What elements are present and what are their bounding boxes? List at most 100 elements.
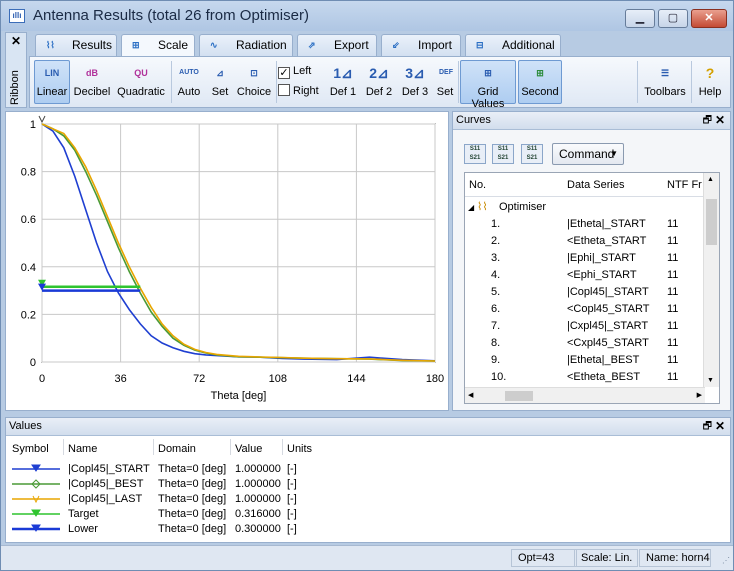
second-grid-button[interactable]: ⊞ Second <box>518 60 562 104</box>
col-ntf[interactable]: NTF Fr <box>667 179 702 191</box>
curve-tool-2[interactable]: S11 S21 <box>492 144 514 164</box>
col-units[interactable]: Units <box>287 443 312 455</box>
close-button[interactable]: ✕ <box>691 9 727 28</box>
set-button[interactable]: ⊿ Set <box>206 60 234 104</box>
curve-list-item[interactable]: 7. |Cxpl45|_START 11 <box>465 318 703 335</box>
result-chart[interactable]: 0 36 72 108 144 180 0 0.2 0.4 0.6 0.8 1 Theta [deg] <box>6 112 450 412</box>
curve-list-vscroll[interactable]: ▲ ▼ <box>703 173 719 387</box>
col-symbol[interactable]: Symbol <box>12 443 49 455</box>
legend-symbol <box>12 509 60 517</box>
maximize-button[interactable]: ▢ <box>658 9 688 28</box>
scroll-left-icon[interactable]: ◀ <box>468 391 473 399</box>
curve-list-hscroll[interactable]: ◀ ▶ <box>465 387 705 403</box>
command-dropdown[interactable]: Command ▼ <box>552 143 624 165</box>
collapse-icon[interactable]: ◢ <box>468 199 474 216</box>
left-axis-checkbox[interactable]: ✓ Left <box>278 65 311 79</box>
curve-list-item[interactable]: 4. <Ephi_START 11 <box>465 267 703 284</box>
curve-list-item[interactable]: 3. |Ephi|_START 11 <box>465 250 703 267</box>
def3-button[interactable]: 3⊿ Def 3 <box>398 60 432 104</box>
close-values-icon[interactable]: ✕ <box>715 418 725 435</box>
minimize-button[interactable]: ▁ <box>625 9 655 28</box>
legend-symbol <box>12 524 60 532</box>
curve-tool-3[interactable]: S11 S21 <box>521 144 543 164</box>
radiation-icon: ∿ <box>210 40 218 50</box>
toolbar-separator <box>691 61 692 103</box>
value-value: 1.000000 <box>235 478 281 490</box>
quadratic-button[interactable]: QU Quadratic <box>115 60 167 104</box>
tab-additional[interactable]: ⊟ Additional <box>465 34 561 56</box>
value-name: |Copl45|_START <box>68 463 150 475</box>
curve-list-item[interactable]: 2. <Etheta_START 11 <box>465 233 703 250</box>
value-row[interactable]: Target Theta=0 [deg] 0.316000 [-] <box>6 507 730 522</box>
decibel-button[interactable]: dB Decibel <box>72 60 112 104</box>
values-panel: Values 🗗 ✕ Symbol Name Domain Value Unit… <box>5 417 731 543</box>
toolbars-button[interactable]: ☰ Toolbars <box>641 60 689 104</box>
additional-icon: ⊟ <box>476 40 484 50</box>
vscroll-thumb[interactable] <box>706 199 717 245</box>
scroll-down-icon[interactable]: ▼ <box>707 377 714 384</box>
value-row[interactable]: |Copl45|_BEST Theta=0 [deg] 1.000000 [-] <box>6 477 730 492</box>
tab-radiation[interactable]: ∿ Radiation <box>199 34 293 56</box>
undock-icon[interactable]: 🗗 <box>703 112 712 129</box>
value-row[interactable]: |Copl45|_LAST Theta=0 [deg] 1.000000 [-] <box>6 492 730 507</box>
help-icon: ? <box>705 65 715 81</box>
curve-group-optimiser[interactable]: ◢ ⌇⌇ Optimiser <box>465 199 703 216</box>
value-domain: Theta=0 [deg] <box>158 478 227 490</box>
resize-grip-icon[interactable]: ⋰ <box>722 556 730 565</box>
col-domain[interactable]: Domain <box>158 443 196 455</box>
x-axis-label: Theta [deg] <box>211 390 267 402</box>
tab-results[interactable]: ⌇⌇ Results <box>35 34 117 56</box>
toolbar-separator <box>276 61 277 103</box>
export-icon: ⇗ <box>308 40 316 50</box>
col-no[interactable]: No. <box>469 179 486 191</box>
value-units: [-] <box>287 493 297 505</box>
right-axis-checkbox[interactable]: Right <box>278 84 319 97</box>
col-data-series[interactable]: Data Series <box>567 179 624 191</box>
scroll-right-icon[interactable]: ▶ <box>697 391 702 399</box>
curve-no: 4. <box>491 269 501 281</box>
decibel-icon: dB <box>86 68 98 78</box>
def2-button[interactable]: 2⊿ Def 2 <box>362 60 396 104</box>
curve-list-item[interactable]: 10. <Etheta_BEST 11 <box>465 369 703 386</box>
value-row[interactable]: |Copl45|_START Theta=0 [deg] 1.000000 [-] <box>6 462 730 477</box>
curve-series: |Ephi|_START <box>567 252 636 264</box>
def1-button[interactable]: 1⊿ Def 1 <box>326 60 360 104</box>
tab-export[interactable]: ⇗ Export <box>297 34 377 56</box>
curve-ntf: 11 <box>667 303 679 315</box>
curve-ntf: 11 <box>667 269 679 281</box>
auto-icon: AUTO <box>179 69 199 76</box>
value-value: 1.000000 <box>235 493 281 505</box>
ribbon-close-icon[interactable]: ✕ <box>11 34 21 48</box>
grid-values-button[interactable]: ⊞ Grid Values <box>460 60 516 110</box>
close-curves-icon[interactable]: ✕ <box>715 112 725 129</box>
curve-ntf: 11 <box>667 286 679 298</box>
scroll-up-icon[interactable]: ▲ <box>707 176 714 183</box>
left-checkbox-box: ✓ <box>278 67 290 79</box>
help-button[interactable]: ? Help <box>694 60 726 104</box>
second-grid-icon: ⊞ <box>536 68 544 78</box>
curve-tool-1[interactable]: S11 S21 <box>464 144 486 164</box>
col-value[interactable]: Value <box>235 443 262 455</box>
undock-values-icon[interactable]: 🗗 <box>703 418 712 435</box>
curve-series: <Etheta_BEST <box>567 371 641 383</box>
choice-button[interactable]: ⊡ Choice <box>235 60 273 104</box>
y-tick-label: 0.8 <box>21 167 36 179</box>
curve-list-item[interactable]: 8. <Cxpl45_START 11 <box>465 335 703 352</box>
curve-list-item[interactable]: 9. |Etheta|_BEST 11 <box>465 352 703 369</box>
linear-button[interactable]: LIN Linear <box>34 60 70 104</box>
tab-import[interactable]: ⇙ Import <box>381 34 461 56</box>
hscroll-thumb[interactable] <box>505 391 533 401</box>
auto-button[interactable]: AUTO Auto <box>174 60 204 104</box>
quadratic-icon: QU <box>134 68 148 78</box>
curve-list-item[interactable]: 5. |Copl45|_START 11 <box>465 284 703 301</box>
plot-panel[interactable]: 0 36 72 108 144 180 0 0.2 0.4 0.6 0.8 1 Theta [deg] <box>5 111 449 411</box>
curve-list[interactable]: No. Data Series NTF Fr ◢ ⌇⌇ Optimiser 1.… <box>464 172 720 404</box>
curve-list-item[interactable]: 6. <Copl45_START 11 <box>465 301 703 318</box>
choice-icon: ⊡ <box>250 68 258 78</box>
value-row[interactable]: Lower Theta=0 [deg] 0.300000 [-] <box>6 522 730 537</box>
toolbars-icon: ☰ <box>660 68 670 78</box>
curve-list-item[interactable]: 1. |Etheta|_START 11 <box>465 216 703 233</box>
tab-scale[interactable]: ⊞ Scale <box>121 34 195 57</box>
set-def-button[interactable]: DEF Set <box>433 60 457 104</box>
col-name[interactable]: Name <box>68 443 97 455</box>
